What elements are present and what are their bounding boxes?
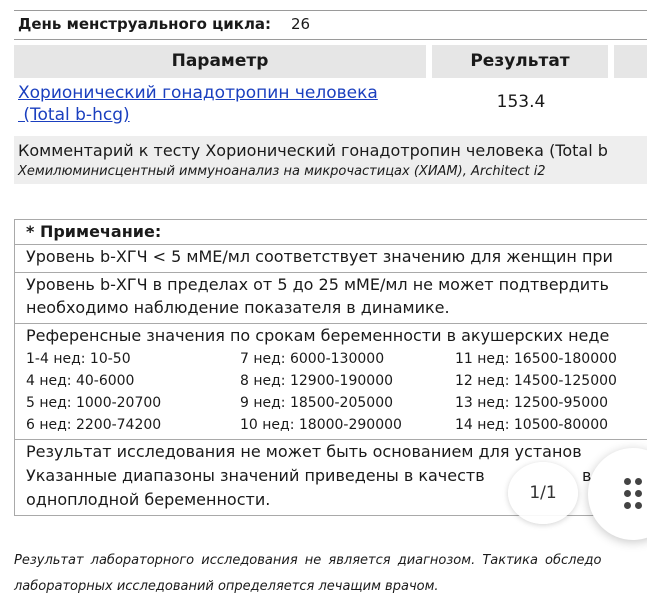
cycle-day-label: День менструального цикла: [18,15,272,33]
note-line-6: одноплодной беременности. [26,490,271,509]
page-indicator[interactable]: 1/1 [508,462,578,524]
column-header-result: Результат [432,45,608,78]
reference-cell: 1-4 нед: 10-50 [26,351,131,367]
reference-cell: 10 нед: 18000-290000 [240,417,402,433]
reference-cell: 9 нед: 18500-205000 [240,395,394,411]
column-header-parameter: Параметр [14,45,426,78]
test-name-link[interactable]: Хорионический гонадотропин человека (Tot… [18,82,418,126]
reference-cell: 8 нед: 12900-190000 [240,373,394,389]
reference-cell: 4 нед: 40-6000 [26,373,135,389]
test-comment: Комментарий к тесту Хорионический гонадо… [14,136,647,184]
reference-cell: 6 нед: 2200-74200 [26,417,162,433]
reference-cell: 14 нед: 10500-80000 [455,417,609,433]
dots-grid-icon [624,478,644,510]
test-result-value: 153.4 [496,92,546,112]
comment-text: Комментарий к тесту Хорионический гонадо… [18,141,608,160]
reference-title: Референсные значения по срокам беременно… [26,326,610,345]
method-text: Хемилюминисцентный иммуноанализ на микро… [18,164,546,179]
note-line-5: Указанные диапазоны значений приведены в… [26,466,485,485]
cycle-day-row: День менструального цикла: 26 [14,10,647,40]
divider [15,439,647,440]
divider [15,272,647,273]
disclaimer-line-2: лабораторных исследований определяется л… [14,579,439,594]
note-line-3: необходимо наблюдение показателя в динам… [26,298,450,317]
reference-cell: 12 нед: 14500-125000 [455,373,617,389]
reference-cell: 7 нед: 6000-130000 [240,351,385,367]
reference-cell: 5 нед: 1000-20700 [26,395,162,411]
table-header: Параметр Результат [14,45,647,78]
reference-cell: 11 нед: 16500-180000 [455,351,617,367]
test-name-line2[interactable]: (Total b-hcg) [18,105,129,125]
note-line-2: Уровень b-ХГЧ в пределах от 5 до 25 мМЕ/… [26,275,609,294]
disclaimer-line-1: Результат лабораторного исследования не … [14,553,602,568]
test-name-line1[interactable]: Хорионический гонадотропин человека [18,83,378,103]
note-line-1: Уровень b-ХГЧ < 5 мМЕ/мл соответствует з… [26,247,613,266]
column-header-cut [614,45,647,78]
page-indicator-text: 1/1 [529,483,557,503]
divider [15,323,647,324]
note-title: * Примечание: [26,222,162,241]
reference-cell: 13 нед: 12500-95000 [455,395,609,411]
cycle-day-value: 26 [291,15,311,33]
note-line-4: Результат исследования не может быть осн… [26,442,582,461]
divider [15,244,647,245]
